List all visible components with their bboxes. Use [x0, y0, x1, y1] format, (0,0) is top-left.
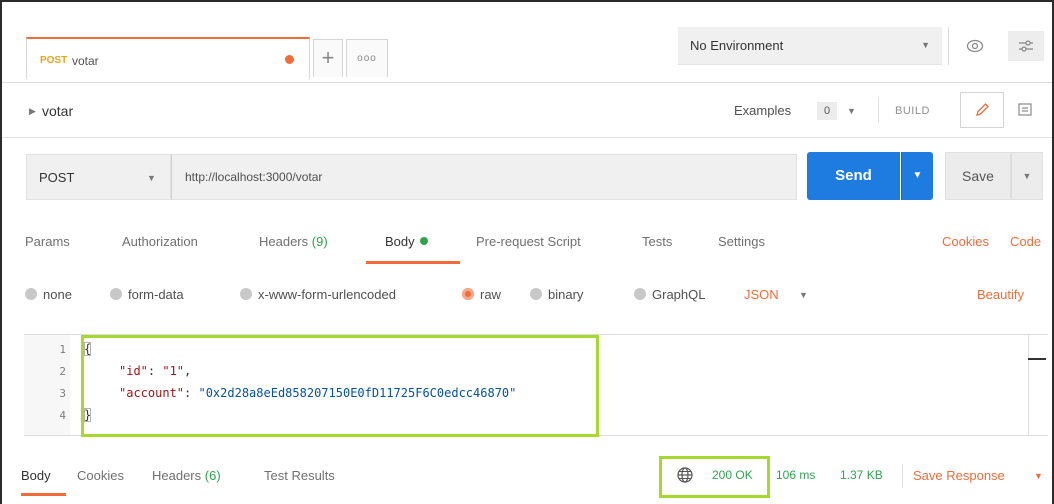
- environment-quick-look-button[interactable]: [957, 31, 993, 61]
- environment-select[interactable]: No Environment ▼: [678, 27, 942, 65]
- response-tab-body[interactable]: Body: [21, 468, 51, 483]
- line-number: 3: [59, 387, 66, 400]
- response-bar: Body Cookies Headers (6) Test Results 20…: [2, 452, 1052, 502]
- annotation-highlight-box: [659, 456, 770, 498]
- response-time[interactable]: 106 ms: [776, 468, 815, 482]
- beautify-link[interactable]: Beautify: [977, 287, 1024, 302]
- body-type-urlencoded-radio[interactable]: x-www-form-urlencoded: [240, 287, 396, 302]
- radio-label: GraphQL: [652, 287, 706, 302]
- tab-params[interactable]: Params: [25, 234, 70, 249]
- radio-dot-selected: [462, 288, 474, 300]
- tab-method-label: POST: [40, 55, 68, 66]
- edit-button[interactable]: [960, 92, 1004, 128]
- response-tab-cookies[interactable]: Cookies: [77, 468, 124, 483]
- line-number: 1: [59, 343, 66, 356]
- line-number: 4: [59, 409, 66, 422]
- chevron-down-icon[interactable]: ▼: [847, 106, 856, 116]
- send-button[interactable]: Send: [807, 152, 900, 200]
- tab-options-button[interactable]: ooo: [346, 39, 388, 77]
- environment-selected-label: No Environment: [690, 38, 784, 53]
- build-mode-label[interactable]: BUILD: [895, 105, 930, 117]
- body-type-binary-radio[interactable]: binary: [530, 287, 583, 302]
- tab-authorization[interactable]: Authorization: [122, 234, 198, 249]
- radio-dot: [240, 288, 252, 300]
- request-section-tabs: Params Authorization Headers (9) Body Pr…: [2, 224, 1052, 264]
- manage-environments-button[interactable]: [1008, 31, 1044, 61]
- radio-label: form-data: [128, 287, 184, 302]
- pencil-icon: [976, 103, 989, 116]
- tab-headers[interactable]: Headers (9): [259, 234, 328, 249]
- request-name[interactable]: votar: [42, 103, 73, 119]
- http-method-label: POST: [39, 170, 75, 185]
- code-link[interactable]: Code: [1010, 234, 1041, 249]
- send-options-button[interactable]: ▼: [901, 152, 933, 200]
- active-tab-indicator: [366, 261, 460, 264]
- editor-scrollbar-track[interactable]: [1028, 335, 1029, 435]
- request-tab-votar[interactable]: POST votar: [26, 37, 310, 79]
- save-response-button[interactable]: Save Response: [913, 468, 1005, 483]
- chevron-down-icon[interactable]: ▼: [1034, 471, 1043, 481]
- request-name-bar: ▶ votar Examples 0 ▼ BUILD: [2, 83, 1052, 137]
- radio-label: raw: [480, 287, 501, 302]
- radio-dot: [634, 288, 646, 300]
- radio-dot: [25, 288, 37, 300]
- http-method-select[interactable]: POST ▼: [26, 154, 171, 200]
- tab-body-label: Body: [385, 234, 415, 249]
- divider: [948, 27, 949, 65]
- divider: [878, 97, 879, 123]
- examples-dropdown-label[interactable]: Examples: [734, 103, 791, 118]
- request-tabs-bar: POST votar + ooo No Environment ▼: [2, 2, 1052, 82]
- body-format-select[interactable]: JSON: [744, 287, 779, 302]
- line-number-gutter: 1 2 3 4: [24, 335, 70, 435]
- body-type-graphql-radio[interactable]: GraphQL: [634, 287, 705, 302]
- chevron-down-icon: ▼: [921, 40, 930, 50]
- body-type-form-data-radio[interactable]: form-data: [110, 287, 184, 302]
- response-tab-headers[interactable]: Headers (6): [152, 468, 221, 483]
- tab-name-label: votar: [72, 54, 99, 68]
- unsaved-changes-dot: [285, 55, 294, 64]
- chevron-down-icon: ▼: [147, 173, 156, 183]
- divider: [902, 464, 903, 488]
- radio-dot: [530, 288, 542, 300]
- examples-count-badge: 0: [817, 102, 837, 120]
- radio-label: none: [43, 287, 72, 302]
- save-options-button[interactable]: ▼: [1011, 152, 1043, 200]
- line-number: 2: [59, 365, 66, 378]
- radio-label: binary: [548, 287, 584, 302]
- new-tab-button[interactable]: +: [313, 39, 343, 77]
- response-tab-headers-label: Headers: [152, 468, 202, 483]
- radio-label: x-www-form-urlencoded: [258, 287, 396, 302]
- comments-button[interactable]: [1010, 92, 1040, 128]
- editor-scrollbar-thumb[interactable]: [1028, 358, 1046, 360]
- response-tab-test-results[interactable]: Test Results: [264, 468, 335, 483]
- body-type-raw-radio[interactable]: raw: [462, 287, 501, 302]
- save-button[interactable]: Save: [945, 152, 1011, 200]
- tab-settings[interactable]: Settings: [718, 234, 765, 249]
- comment-icon: [1018, 103, 1032, 116]
- divider: [2, 137, 1052, 138]
- radio-dot: [110, 288, 122, 300]
- body-type-none-radio[interactable]: none: [25, 287, 72, 302]
- chevron-down-icon[interactable]: ▼: [799, 290, 808, 300]
- annotation-highlight-box: [81, 335, 599, 437]
- response-headers-count: (6): [204, 468, 221, 483]
- tab-headers-count: (9): [311, 234, 328, 249]
- chevron-right-icon[interactable]: ▶: [29, 106, 36, 117]
- tab-tests[interactable]: Tests: [642, 234, 672, 249]
- eye-icon: [966, 39, 984, 53]
- sliders-icon: [1019, 40, 1033, 52]
- cookies-link[interactable]: Cookies: [942, 234, 989, 249]
- body-has-content-dot: [419, 237, 428, 245]
- postman-window: POST votar + ooo No Environment ▼ ▶ vota…: [0, 0, 1054, 504]
- response-size[interactable]: 1.37 KB: [840, 468, 883, 482]
- url-input[interactable]: [171, 154, 797, 200]
- tab-headers-label: Headers: [259, 234, 309, 249]
- tab-body[interactable]: Body: [385, 234, 428, 249]
- active-tab-indicator: [21, 493, 66, 496]
- tab-pre-request-script[interactable]: Pre-request Script: [476, 234, 581, 249]
